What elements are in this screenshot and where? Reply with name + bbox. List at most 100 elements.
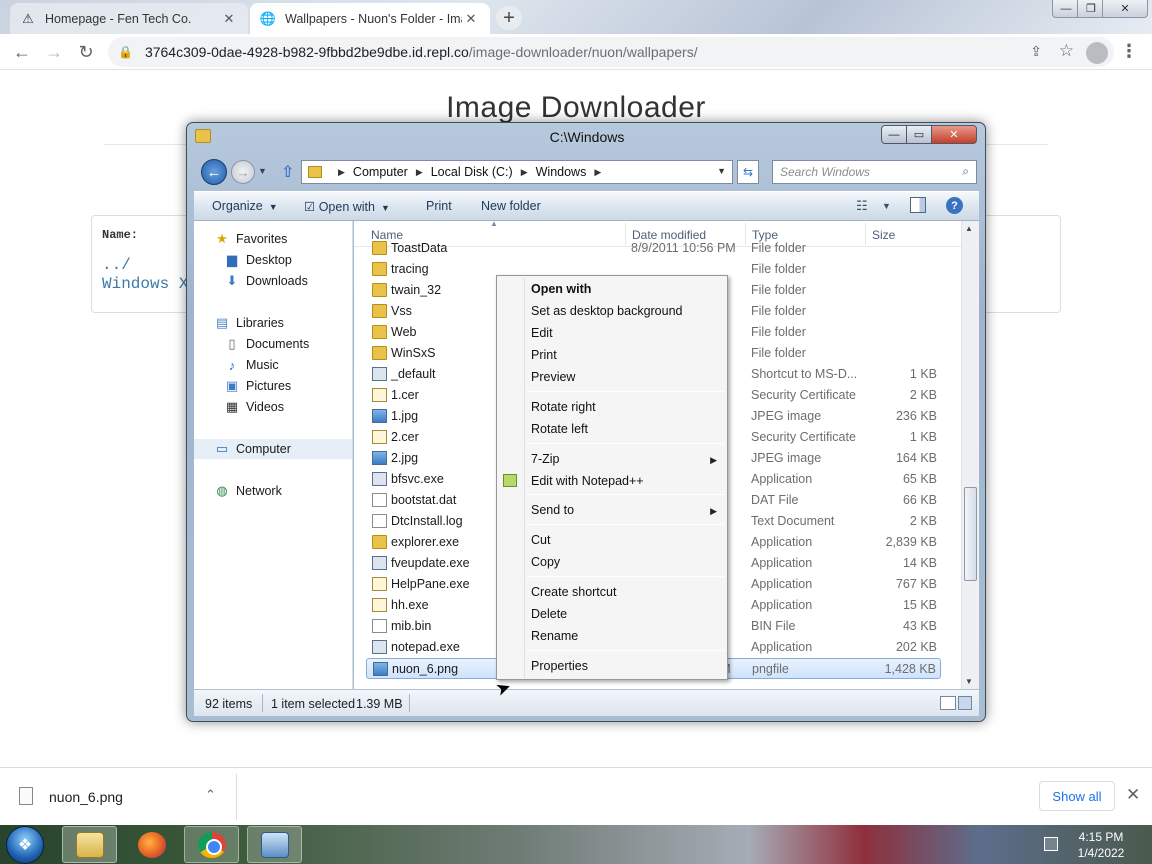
context-menu-item[interactable]: 7-Zip bbox=[531, 452, 559, 466]
context-menu-item[interactable]: Cut bbox=[531, 533, 550, 547]
breadcrumb-computer[interactable]: Computer bbox=[353, 165, 408, 179]
nav-music[interactable]: ♪ Music bbox=[224, 355, 279, 375]
page-title: Image Downloader bbox=[446, 91, 706, 124]
context-menu-item[interactable]: Rename bbox=[531, 629, 578, 643]
help-icon[interactable]: ? bbox=[946, 197, 963, 214]
details-view-icon[interactable] bbox=[940, 696, 956, 710]
context-menu-item[interactable]: Send to bbox=[531, 503, 574, 517]
chevron-down-icon[interactable]: ▼ bbox=[882, 201, 891, 211]
context-menu-item[interactable]: Preview bbox=[531, 370, 575, 384]
network-icon: ◍ bbox=[216, 483, 228, 498]
network-tray-icon[interactable] bbox=[1044, 837, 1058, 851]
search-input[interactable]: Search Windows ⌕ bbox=[772, 160, 977, 184]
nav-documents[interactable]: ▯ Documents bbox=[224, 334, 309, 354]
tab-close-icon[interactable]: ✕ bbox=[462, 10, 480, 28]
chevron-down-icon[interactable]: ▼ bbox=[717, 166, 726, 176]
file-row[interactable]: ToastData 8/9/2011 10:56 PM File folder bbox=[366, 238, 941, 259]
shortcut-icon bbox=[372, 367, 387, 381]
tab-wallpapers[interactable]: 🌐 Wallpapers - Nuon's Folder - Ima ✕ bbox=[250, 3, 490, 34]
context-menu-item[interactable]: Edit with Notepad++ bbox=[531, 474, 644, 488]
nav-favorites[interactable]: ★ Favorites bbox=[214, 229, 287, 249]
back-arrow-icon[interactable]: ← bbox=[8, 38, 36, 66]
scroll-up-arrow-icon[interactable]: ▲ bbox=[965, 224, 973, 233]
show-all-button[interactable]: Show all bbox=[1039, 781, 1115, 811]
bookmark-star-icon[interactable]: ☆ bbox=[1059, 41, 1074, 61]
vertical-scrollbar[interactable]: ▲ ▼ bbox=[961, 221, 979, 689]
reload-icon[interactable]: ↻ bbox=[72, 38, 100, 66]
window-minimize-button[interactable]: — bbox=[1052, 0, 1080, 18]
new-folder-button[interactable]: New folder bbox=[481, 199, 541, 213]
chevron-right-icon[interactable]: ▶ bbox=[521, 167, 528, 178]
nav-computer[interactable]: ▭ Computer bbox=[194, 439, 352, 459]
selection-size: 1.39 MB bbox=[356, 697, 403, 711]
organize-button[interactable]: Organize ▼ bbox=[212, 199, 278, 213]
download-item[interactable]: nuon_6.png bbox=[49, 789, 123, 805]
open-with-button[interactable]: ☑ Open with ▼ bbox=[304, 199, 390, 214]
context-menu-item[interactable]: Open with bbox=[531, 282, 591, 296]
context-menu-item[interactable]: Create shortcut bbox=[531, 585, 616, 599]
profile-avatar[interactable] bbox=[1086, 42, 1108, 64]
nav-libraries[interactable]: ▤ Libraries bbox=[214, 313, 284, 333]
explorer-icon bbox=[75, 831, 104, 858]
forward-arrow-icon[interactable]: → bbox=[40, 38, 68, 66]
taskbar-firefox[interactable] bbox=[124, 826, 179, 863]
explorer-address-bar[interactable]: ▶ Computer ▶ Local Disk (C:) ▶ Windows ▶… bbox=[301, 160, 733, 184]
share-icon[interactable]: ⇪ bbox=[1030, 43, 1042, 60]
help-app-icon bbox=[372, 577, 387, 591]
windows-link[interactable]: Windows X bbox=[102, 275, 188, 293]
parent-dir-link[interactable]: ../ bbox=[102, 256, 131, 274]
chevron-right-icon[interactable]: ▶ bbox=[416, 167, 423, 178]
up-level-icon[interactable]: ⇧ bbox=[281, 162, 294, 182]
context-menu-item[interactable]: Set as desktop background bbox=[531, 304, 683, 318]
window-restore-button[interactable]: ❐ bbox=[1077, 0, 1105, 18]
forward-arrow-icon[interactable]: → bbox=[231, 160, 255, 184]
breadcrumb-windows[interactable]: Windows bbox=[536, 165, 587, 179]
views-icon[interactable]: ☷ bbox=[856, 198, 868, 214]
context-menu-item[interactable]: Delete bbox=[531, 607, 567, 621]
tab-close-icon[interactable]: ✕ bbox=[220, 10, 238, 28]
start-button[interactable]: ❖ bbox=[6, 826, 44, 864]
large-icons-view-icon[interactable] bbox=[958, 696, 972, 710]
explorer-minimize-button[interactable]: — bbox=[881, 125, 907, 144]
tab-homepage[interactable]: ⚠ Homepage - Fen Tech Co. ✕ bbox=[10, 3, 248, 34]
clock-time[interactable]: 4:15 PM bbox=[1071, 830, 1131, 844]
nav-label: Pictures bbox=[246, 379, 292, 393]
context-menu-item[interactable]: Properties bbox=[531, 659, 588, 673]
preview-pane-icon[interactable] bbox=[910, 197, 926, 213]
clock-date[interactable]: 1/4/2022 bbox=[1071, 846, 1131, 860]
context-menu-item[interactable]: Rotate right bbox=[531, 400, 596, 414]
nav-desktop[interactable]: ▆ Desktop bbox=[224, 250, 292, 270]
new-tab-button[interactable]: + bbox=[496, 6, 522, 30]
scroll-down-arrow-icon[interactable]: ▼ bbox=[965, 677, 973, 686]
chevron-right-icon[interactable]: ▶ bbox=[338, 167, 345, 178]
breadcrumb-local-disk[interactable]: Local Disk (C:) bbox=[431, 165, 513, 179]
chevron-right-icon[interactable]: ▶ bbox=[594, 167, 601, 178]
context-menu-item[interactable]: Copy bbox=[531, 555, 560, 569]
menu-separator bbox=[527, 524, 725, 525]
recent-pages-dropdown-icon[interactable]: ▼ bbox=[258, 166, 267, 176]
context-menu-item[interactable]: Print bbox=[531, 348, 557, 362]
folder-icon bbox=[372, 325, 387, 339]
context-menu-item[interactable]: Edit bbox=[531, 326, 553, 340]
search-icon: ⌕ bbox=[962, 164, 969, 178]
chevron-up-icon[interactable]: ⌃ bbox=[205, 787, 216, 803]
nav-network[interactable]: ◍ Network bbox=[214, 481, 282, 501]
context-menu-item[interactable]: Rotate left bbox=[531, 422, 588, 436]
taskbar-chrome[interactable] bbox=[184, 826, 239, 863]
nav-videos[interactable]: ▦ Videos bbox=[224, 397, 284, 417]
taskbar-explorer[interactable] bbox=[62, 826, 117, 863]
window-close-button[interactable]: ✕ bbox=[1102, 0, 1148, 18]
nav-pictures[interactable]: ▣ Pictures bbox=[224, 376, 291, 396]
status-divider bbox=[409, 694, 410, 712]
back-arrow-icon[interactable]: ← bbox=[201, 159, 227, 185]
explorer-maximize-button[interactable]: ▭ bbox=[906, 125, 932, 144]
close-icon[interactable]: ✕ bbox=[1126, 785, 1140, 805]
taskbar-control-panel[interactable] bbox=[247, 826, 302, 863]
kebab-menu-icon[interactable]: ⋮ bbox=[1120, 41, 1138, 62]
address-bar[interactable]: 🔒 3764c309-0dae-4928-b982-9fbbd2be9dbe.i… bbox=[108, 37, 1114, 67]
nav-downloads[interactable]: ⬇ Downloads bbox=[224, 271, 308, 291]
refresh-icon[interactable]: ⇆ bbox=[737, 160, 759, 184]
explorer-close-button[interactable]: ✕ bbox=[931, 125, 977, 144]
print-button[interactable]: Print bbox=[426, 199, 452, 213]
scrollbar-thumb[interactable] bbox=[964, 487, 977, 581]
